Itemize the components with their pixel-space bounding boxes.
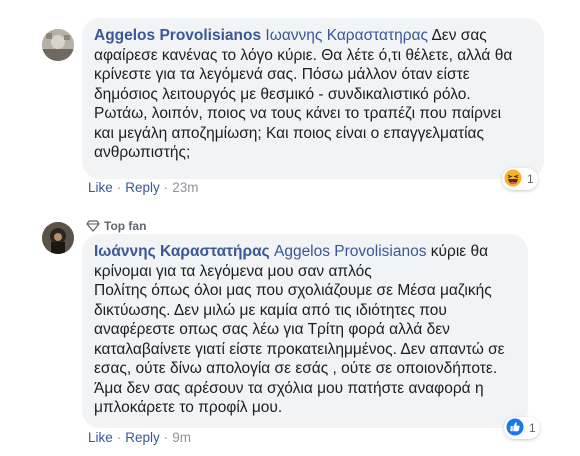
comment-text: δικτύωσης. Δεν μιλώ με καμία από τις ιδι… — [94, 301, 447, 319]
reaction-count: 1 — [529, 421, 536, 435]
comment-text: δημόσιος λειτουργός με θεσμικό - συνδικα… — [94, 85, 471, 103]
comment-text: Πολίτης όπως όλοι μας που σχολιάζουμε σε… — [94, 282, 492, 299]
comment-text: εσας, ούτε δίνω απολογία σε εσάς , ούτε … — [94, 360, 498, 377]
like-link[interactable]: Like — [88, 430, 113, 445]
comment-text: και μεγάλη αποζημίωση; Και ποιος είναι ο… — [94, 124, 484, 142]
comment-first-line: Ιωάννης Καραστατήρας Aggelos Provolisian… — [94, 242, 516, 262]
comment-text: Ρωτάω, λοιπόν, ποιος να τους κάνει το τρ… — [94, 105, 502, 122]
avatar[interactable] — [42, 29, 74, 61]
comment-text: καταλαβαίνετε γιατί είστε προκατειλημμέν… — [94, 340, 505, 358]
separator-dot: · — [163, 430, 169, 445]
reply-link[interactable]: Reply — [125, 430, 160, 445]
comment-text: κρίνεστε για τα λεγόμενά σας. Πόσω μάλλο… — [94, 66, 470, 83]
haha-icon — [504, 169, 522, 190]
like-link[interactable]: Like — [88, 180, 113, 195]
avatar[interactable] — [42, 222, 74, 254]
comment-timestamp[interactable]: 9m — [172, 430, 191, 445]
comment-text: αναφέρεστε οπως σας λέω για Τρίτη φορά α… — [94, 321, 450, 338]
comment-author[interactable]: Ιωάννης Καραστατήρας — [94, 243, 270, 260]
top-fan-label: Top fan — [104, 219, 147, 233]
comment-author[interactable]: Aggelos Provolisianos — [94, 27, 261, 44]
mention-link[interactable]: Ιωαννης Καραστατηρας — [265, 27, 428, 44]
reply-link[interactable]: Reply — [125, 180, 160, 195]
comment-text: Δεν σας — [428, 27, 487, 44]
reaction-summary[interactable]: 1 — [504, 417, 540, 439]
mention-link[interactable]: Aggelos Provolisianos — [274, 243, 427, 260]
comment-bubble: Ιωάννης Καραστατήρας Aggelos Provolisian… — [82, 234, 528, 428]
comment-actions: Like · Reply · 9m — [88, 430, 191, 445]
comment-text: μπλοκάρετε το προφίλ μου. — [94, 399, 283, 416]
comment-text: ανθρωπιστής; — [94, 144, 191, 161]
like-icon — [506, 418, 524, 439]
separator-dot: · — [163, 180, 169, 195]
top-fan-badge[interactable]: Top fan — [86, 219, 146, 233]
diamond-icon — [86, 220, 100, 232]
comment-bubble: Aggelos Provolisianos Ιωαννης Καραστατηρ… — [82, 18, 544, 179]
comment-text: Άμα δεν σας αρέσουν τα σχόλια μου πατήστ… — [94, 379, 484, 397]
reaction-count: 1 — [527, 172, 534, 186]
separator-dot: · — [116, 430, 122, 445]
comment-first-line: Aggelos Provolisianos Ιωαννης Καραστατηρ… — [94, 26, 532, 46]
comment-text: κρίνομαι για τα λεγόμενα μου σαν απλός — [94, 262, 372, 280]
comment-actions: Like · Reply · 23m — [88, 180, 199, 195]
comment-text: αφαίρεσε κανένας το λόγο κύριε. Θα λέτε … — [94, 46, 513, 64]
comment-timestamp[interactable]: 23m — [172, 180, 198, 195]
comment-text: κύριε θα — [426, 243, 489, 260]
separator-dot: · — [116, 180, 122, 195]
reaction-summary[interactable]: 1 — [502, 168, 538, 190]
